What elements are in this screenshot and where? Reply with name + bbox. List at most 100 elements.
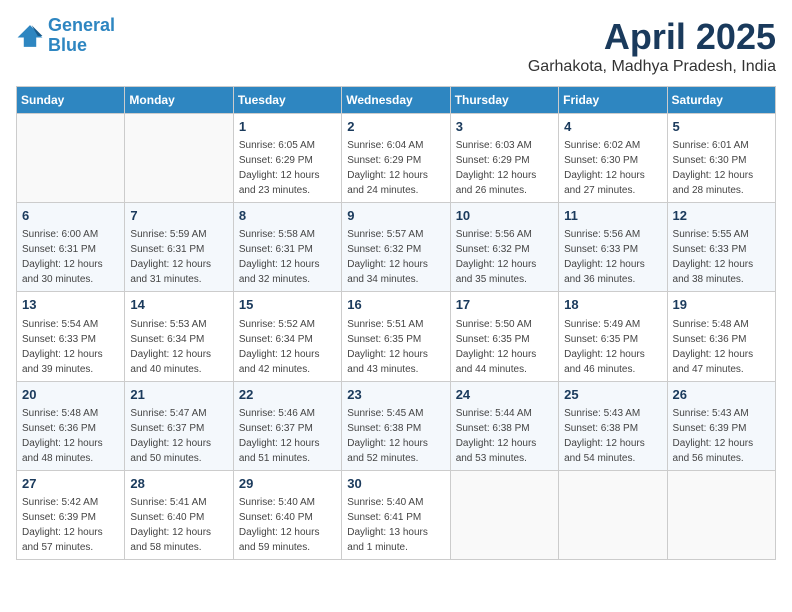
day-info-line: Sunrise: 5:45 AM bbox=[347, 408, 423, 419]
day-info-line: Sunrise: 5:53 AM bbox=[130, 319, 206, 330]
day-info: Sunrise: 5:41 AM Sunset: 6:40 PM Daylight:… bbox=[130, 495, 227, 555]
day-info-line: Daylight: 12 hours and 57 minutes. bbox=[22, 527, 103, 553]
day-info-line: Sunrise: 5:43 AM bbox=[564, 408, 640, 419]
day-number: 9 bbox=[347, 207, 444, 225]
day-info-line: Daylight: 12 hours and 44 minutes. bbox=[456, 349, 537, 375]
day-info-line: Sunset: 6:31 PM bbox=[22, 244, 96, 255]
weekday-header-row: SundayMondayTuesdayWednesdayThursdayFrid… bbox=[17, 87, 776, 114]
day-info-line: Daylight: 12 hours and 52 minutes. bbox=[347, 438, 428, 464]
day-info: Sunrise: 5:56 AMSunset: 6:33 PMDaylight:… bbox=[564, 227, 661, 287]
day-info-line: Sunrise: 5:41 AM bbox=[130, 497, 206, 508]
day-number: 15 bbox=[239, 296, 336, 314]
calendar-cell: 29Sunrise: 5:40 AMSunset: 6:40 PMDayligh… bbox=[233, 470, 341, 559]
calendar-cell: 24Sunrise: 5:44 AMSunset: 6:38 PMDayligh… bbox=[450, 381, 558, 470]
day-info: Sunrise: 5:49 AMSunset: 6:35 PMDaylight:… bbox=[564, 317, 661, 377]
day-info-line: Daylight: 12 hours and 28 minutes. bbox=[673, 170, 754, 196]
day-info-line: Sunset: 6:33 PM bbox=[673, 244, 747, 255]
day-info-line: Sunset: 6:30 PM bbox=[564, 155, 638, 166]
calendar-cell: 8 Sunrise: 5:58 AM Sunset: 6:31 PM Daylight… bbox=[233, 203, 341, 292]
day-info-line: Sunrise: 5:42 AM bbox=[22, 497, 98, 508]
day-info: Sunrise: 5:55 AMSunset: 6:33 PMDaylight:… bbox=[673, 227, 770, 287]
calendar-cell bbox=[125, 114, 233, 203]
calendar-week-4: 20 Sunrise: 5:48 AM Sunset: 6:36 PM Dayligh… bbox=[17, 381, 776, 470]
day-info-line: Sunrise: 5:55 AM bbox=[673, 229, 749, 240]
day-info-line: Sunrise: 5:48 AM bbox=[673, 319, 749, 330]
calendar-cell bbox=[17, 114, 125, 203]
day-number: 20 bbox=[22, 386, 119, 404]
day-info-line: Sunset: 6:35 PM bbox=[347, 334, 421, 345]
day-info-line: Daylight: 12 hours and 54 minutes. bbox=[564, 438, 645, 464]
day-info-line: Daylight: 12 hours and 59 minutes. bbox=[239, 527, 320, 553]
calendar-cell: 9 Sunrise: 5:57 AM Sunset: 6:32 PM Daylight… bbox=[342, 203, 450, 292]
day-info-line: Sunrise: 6:04 AM bbox=[347, 140, 423, 151]
calendar-week-5: 27Sunrise: 5:42 AMSunset: 6:39 PMDayligh… bbox=[17, 470, 776, 559]
day-info-line: Sunset: 6:41 PM bbox=[347, 512, 421, 523]
day-info-line: Sunset: 6:37 PM bbox=[130, 423, 204, 434]
day-info-line: Sunrise: 5:48 AM bbox=[22, 408, 98, 419]
day-info: Sunrise: 5:45 AM Sunset: 6:38 PM Daylight:… bbox=[347, 406, 444, 466]
day-info-line: Sunset: 6:31 PM bbox=[239, 244, 313, 255]
day-number: 4 bbox=[564, 118, 661, 136]
month-title: April 2025 bbox=[528, 16, 776, 58]
day-info-line: Daylight: 12 hours and 36 minutes. bbox=[564, 259, 645, 285]
day-info: Sunrise: 5:42 AM Sunset: 6:39 PM Daylight:… bbox=[22, 495, 119, 555]
day-info-line: Sunrise: 5:43 AM bbox=[673, 408, 749, 419]
day-info: Sunrise: 5:43 AMSunset: 6:39 PMDaylight:… bbox=[673, 406, 770, 466]
day-info-line: Daylight: 12 hours and 58 minutes. bbox=[130, 527, 211, 553]
day-info: Sunrise: 5:54 AMSunset: 6:33 PMDaylight:… bbox=[22, 317, 119, 377]
day-info-line: Sunset: 6:38 PM bbox=[347, 423, 421, 434]
page-header: General Blue April 2025 Garhakota, Madhy… bbox=[16, 16, 776, 76]
day-info-line: Sunset: 6:38 PM bbox=[564, 423, 638, 434]
day-info-line: Sunrise: 5:58 AM bbox=[239, 229, 315, 240]
day-info-line: Daylight: 12 hours and 32 minutes. bbox=[239, 259, 320, 285]
day-number: 17 bbox=[456, 296, 553, 314]
calendar-cell: 21Sunrise: 5:47 AMSunset: 6:37 PMDayligh… bbox=[125, 381, 233, 470]
day-info-line: Sunrise: 5:44 AM bbox=[456, 408, 532, 419]
day-info-line: Daylight: 12 hours and 35 minutes. bbox=[456, 259, 537, 285]
day-info-line: Sunset: 6:40 PM bbox=[130, 512, 204, 523]
day-info-line: Sunset: 6:40 PM bbox=[239, 512, 313, 523]
day-info-line: Sunrise: 6:02 AM bbox=[564, 140, 640, 151]
day-info-line: Daylight: 12 hours and 23 minutes. bbox=[239, 170, 320, 196]
calendar-cell bbox=[667, 470, 775, 559]
day-info-line: Sunrise: 6:05 AM bbox=[239, 140, 315, 151]
day-info-line: Daylight: 12 hours and 27 minutes. bbox=[564, 170, 645, 196]
day-number: 23 bbox=[347, 386, 444, 404]
day-info-line: Daylight: 12 hours and 34 minutes. bbox=[347, 259, 428, 285]
day-number: 2 bbox=[347, 118, 444, 136]
day-info: Sunrise: 5:56 AM Sunset: 6:32 PM Daylight:… bbox=[456, 227, 553, 287]
day-info-line: Daylight: 12 hours and 31 minutes. bbox=[130, 259, 211, 285]
day-info: Sunrise: 5:40 AMSunset: 6:41 PMDaylight:… bbox=[347, 495, 444, 555]
day-number: 6 bbox=[22, 207, 119, 225]
day-number: 8 bbox=[239, 207, 336, 225]
day-info-line: Sunset: 6:34 PM bbox=[130, 334, 204, 345]
day-info-line: Sunset: 6:31 PM bbox=[130, 244, 204, 255]
day-number: 5 bbox=[673, 118, 770, 136]
day-info-line: Sunrise: 5:56 AM bbox=[456, 229, 532, 240]
day-info-line: Sunset: 6:33 PM bbox=[564, 244, 638, 255]
day-info-line: Sunset: 6:32 PM bbox=[347, 244, 421, 255]
day-info-line: Daylight: 12 hours and 43 minutes. bbox=[347, 349, 428, 375]
location-title: Garhakota, Madhya Pradesh, India bbox=[528, 58, 776, 76]
day-info-line: Sunset: 6:39 PM bbox=[22, 512, 96, 523]
day-info-line: Sunrise: 6:01 AM bbox=[673, 140, 749, 151]
day-info: Sunrise: 6:03 AMSunset: 6:29 PMDaylight:… bbox=[456, 138, 553, 198]
day-info-line: Sunset: 6:35 PM bbox=[564, 334, 638, 345]
day-info-line: Sunset: 6:38 PM bbox=[456, 423, 530, 434]
day-number: 1 bbox=[239, 118, 336, 136]
day-number: 25 bbox=[564, 386, 661, 404]
calendar-week-2: 6Sunrise: 6:00 AMSunset: 6:31 PMDaylight… bbox=[17, 203, 776, 292]
day-info-line: Sunrise: 5:46 AM bbox=[239, 408, 315, 419]
calendar-cell: 10Sunrise: 5:56 AMSunset: 6:32 PMDayligh… bbox=[450, 203, 558, 292]
day-info-line: Sunset: 6:32 PM bbox=[456, 244, 530, 255]
day-info-line: Sunset: 6:30 PM bbox=[673, 155, 747, 166]
day-info-line: Sunrise: 5:50 AM bbox=[456, 319, 532, 330]
day-info: Sunrise: 5:53 AMSunset: 6:34 PMDaylight:… bbox=[130, 317, 227, 377]
day-info-line: Sunrise: 5:59 AM bbox=[130, 229, 206, 240]
calendar-cell: 4 Sunrise: 6:02 AM Sunset: 6:30 PM Daylight… bbox=[559, 114, 667, 203]
day-info-line: Sunset: 6:36 PM bbox=[22, 423, 96, 434]
day-info-line: Sunrise: 5:57 AM bbox=[347, 229, 423, 240]
day-info-line: Sunset: 6:34 PM bbox=[239, 334, 313, 345]
day-info-line: Daylight: 12 hours and 53 minutes. bbox=[456, 438, 537, 464]
calendar-cell: 16Sunrise: 5:51 AMSunset: 6:35 PMDayligh… bbox=[342, 292, 450, 381]
